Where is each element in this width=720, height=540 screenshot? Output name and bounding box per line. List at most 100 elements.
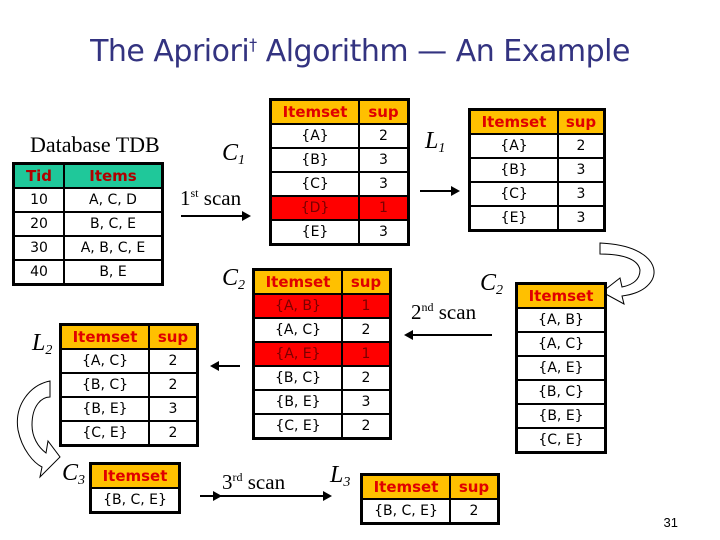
cell: {B, C} (252, 365, 343, 391)
table-row: {B, C} (515, 379, 607, 405)
cell: 2 (148, 372, 199, 398)
cell: 10 (12, 187, 65, 213)
cell: {E} (468, 205, 559, 232)
tdb-table: Tid Items 10 A, C, D 20 B, C, E 30 A, B, C, … (12, 162, 164, 286)
table-row: {A, E} (515, 355, 607, 381)
l2-table: Itemset sup {A, C} 2 {B, C} 2 {B, E} 3 {C, E… (59, 323, 199, 447)
table-row: {E} 3 (468, 205, 606, 232)
table-row: {B, C} 2 (59, 372, 199, 398)
cell: 2 (341, 365, 392, 391)
table-row: 20 B, C, E (12, 211, 164, 237)
table-row: {B, E} 3 (252, 389, 392, 415)
cell: {B, E} (59, 396, 150, 422)
cell: 1 (341, 341, 392, 367)
header-cell: sup (449, 473, 500, 500)
cell: {C} (468, 181, 559, 207)
cell: A, B, C, E (63, 235, 164, 261)
cell: B, C, E (63, 211, 164, 237)
table-row: {E} 3 (269, 219, 410, 246)
table-row: {B, C, E} 2 (360, 498, 500, 525)
cell: 2 (341, 413, 392, 440)
table-header: Itemset sup (252, 268, 392, 295)
header-cell: Itemset (360, 473, 451, 500)
cell: {A, C} (515, 331, 607, 357)
table-row: 30 A, B, C, E (12, 235, 164, 261)
cell: {B, C} (515, 379, 607, 405)
cell: 2 (358, 123, 410, 149)
cell: 3 (358, 171, 410, 197)
pruned-row: {D} 1 (269, 195, 410, 221)
header-cell: Itemset (89, 462, 181, 489)
table-row: {C, E} 2 (59, 420, 199, 447)
scan3-arrow (210, 491, 332, 501)
cell: 40 (12, 259, 65, 286)
header-cell: Itemset (515, 282, 607, 309)
cell: {A} (468, 133, 559, 159)
cell: 1 (358, 195, 410, 221)
table-header: Itemset sup (59, 323, 199, 350)
table-row: {A} 2 (468, 133, 606, 159)
c3-table: Itemset {B, C, E} (89, 462, 181, 514)
cell: {A, C} (59, 348, 150, 374)
scan1-label: 1st scan (180, 186, 242, 210)
table-row: {A, B} (515, 307, 607, 333)
cell: {D} (269, 195, 360, 221)
cell: 20 (12, 211, 65, 237)
dagger-mark: † (249, 35, 257, 54)
l3-label: L3 (330, 462, 351, 490)
table-row: {C, E} (515, 427, 607, 454)
cell: {C} (269, 171, 360, 197)
cell: {B} (468, 157, 559, 183)
header-cell: sup (341, 268, 392, 295)
scan1-arrow (181, 211, 251, 221)
l1-label: L1 (425, 128, 446, 156)
cell: 2 (341, 317, 392, 343)
cell: {B, E} (252, 389, 343, 415)
table-row: {B, C, E} (89, 487, 181, 514)
table-row: {C, E} 2 (252, 413, 392, 440)
scan2-label: 2nd scan (411, 300, 477, 324)
table-row: {A, C} 2 (59, 348, 199, 374)
header-cell: sup (358, 98, 410, 125)
table-header: Itemset sup (468, 108, 606, 135)
database-label: Database TDB (30, 132, 160, 157)
cell: 1 (341, 293, 392, 319)
cell: 3 (358, 219, 410, 246)
c1-label: C1 (222, 140, 246, 168)
cell: {B, C, E} (360, 498, 451, 525)
table-row: 40 B, E (12, 259, 164, 286)
cell: B, E (63, 259, 164, 286)
cell: {A, B} (515, 307, 607, 333)
title-text: The Apriori (90, 34, 250, 69)
cell: 2 (148, 348, 199, 374)
cell: {A, E} (515, 355, 607, 381)
cell: {B, C} (59, 372, 150, 398)
cell: 30 (12, 235, 65, 261)
table-row: {B} 3 (468, 157, 606, 183)
slide-title: The Apriori† Algorithm — An Example (0, 34, 720, 69)
l1-arrow (420, 186, 460, 196)
cell: 2 (449, 498, 500, 525)
table-row: {C} 3 (468, 181, 606, 207)
scan2-arrow (404, 330, 492, 340)
pruned-row: {A, E} 1 (252, 341, 392, 367)
table-row: {C} 3 (269, 171, 410, 197)
header-cell: Tid (12, 162, 65, 189)
header-cell: Itemset (59, 323, 150, 350)
c2-right-label: C2 (480, 270, 504, 298)
cell: {A, E} (252, 341, 343, 367)
cell: {A, B} (252, 293, 343, 319)
l3-table: Itemset sup {B, C, E} 2 (360, 473, 500, 525)
c2-candidates-table: Itemset {A, B} {A, C} {A, E} {B, C} {B, … (515, 282, 607, 454)
title-rest: Algorithm — An Example (256, 34, 631, 69)
header-cell: Itemset (252, 268, 343, 295)
table-header: Tid Items (12, 162, 164, 189)
table-header: Itemset (515, 282, 607, 309)
cell: {C, E} (515, 427, 607, 454)
table-header: Itemset (89, 462, 181, 489)
table-row: {B, C} 2 (252, 365, 392, 391)
pruned-row: {A, B} 1 (252, 293, 392, 319)
cell: 2 (557, 133, 606, 159)
header-cell: Items (63, 162, 164, 189)
cell: 3 (148, 396, 199, 422)
